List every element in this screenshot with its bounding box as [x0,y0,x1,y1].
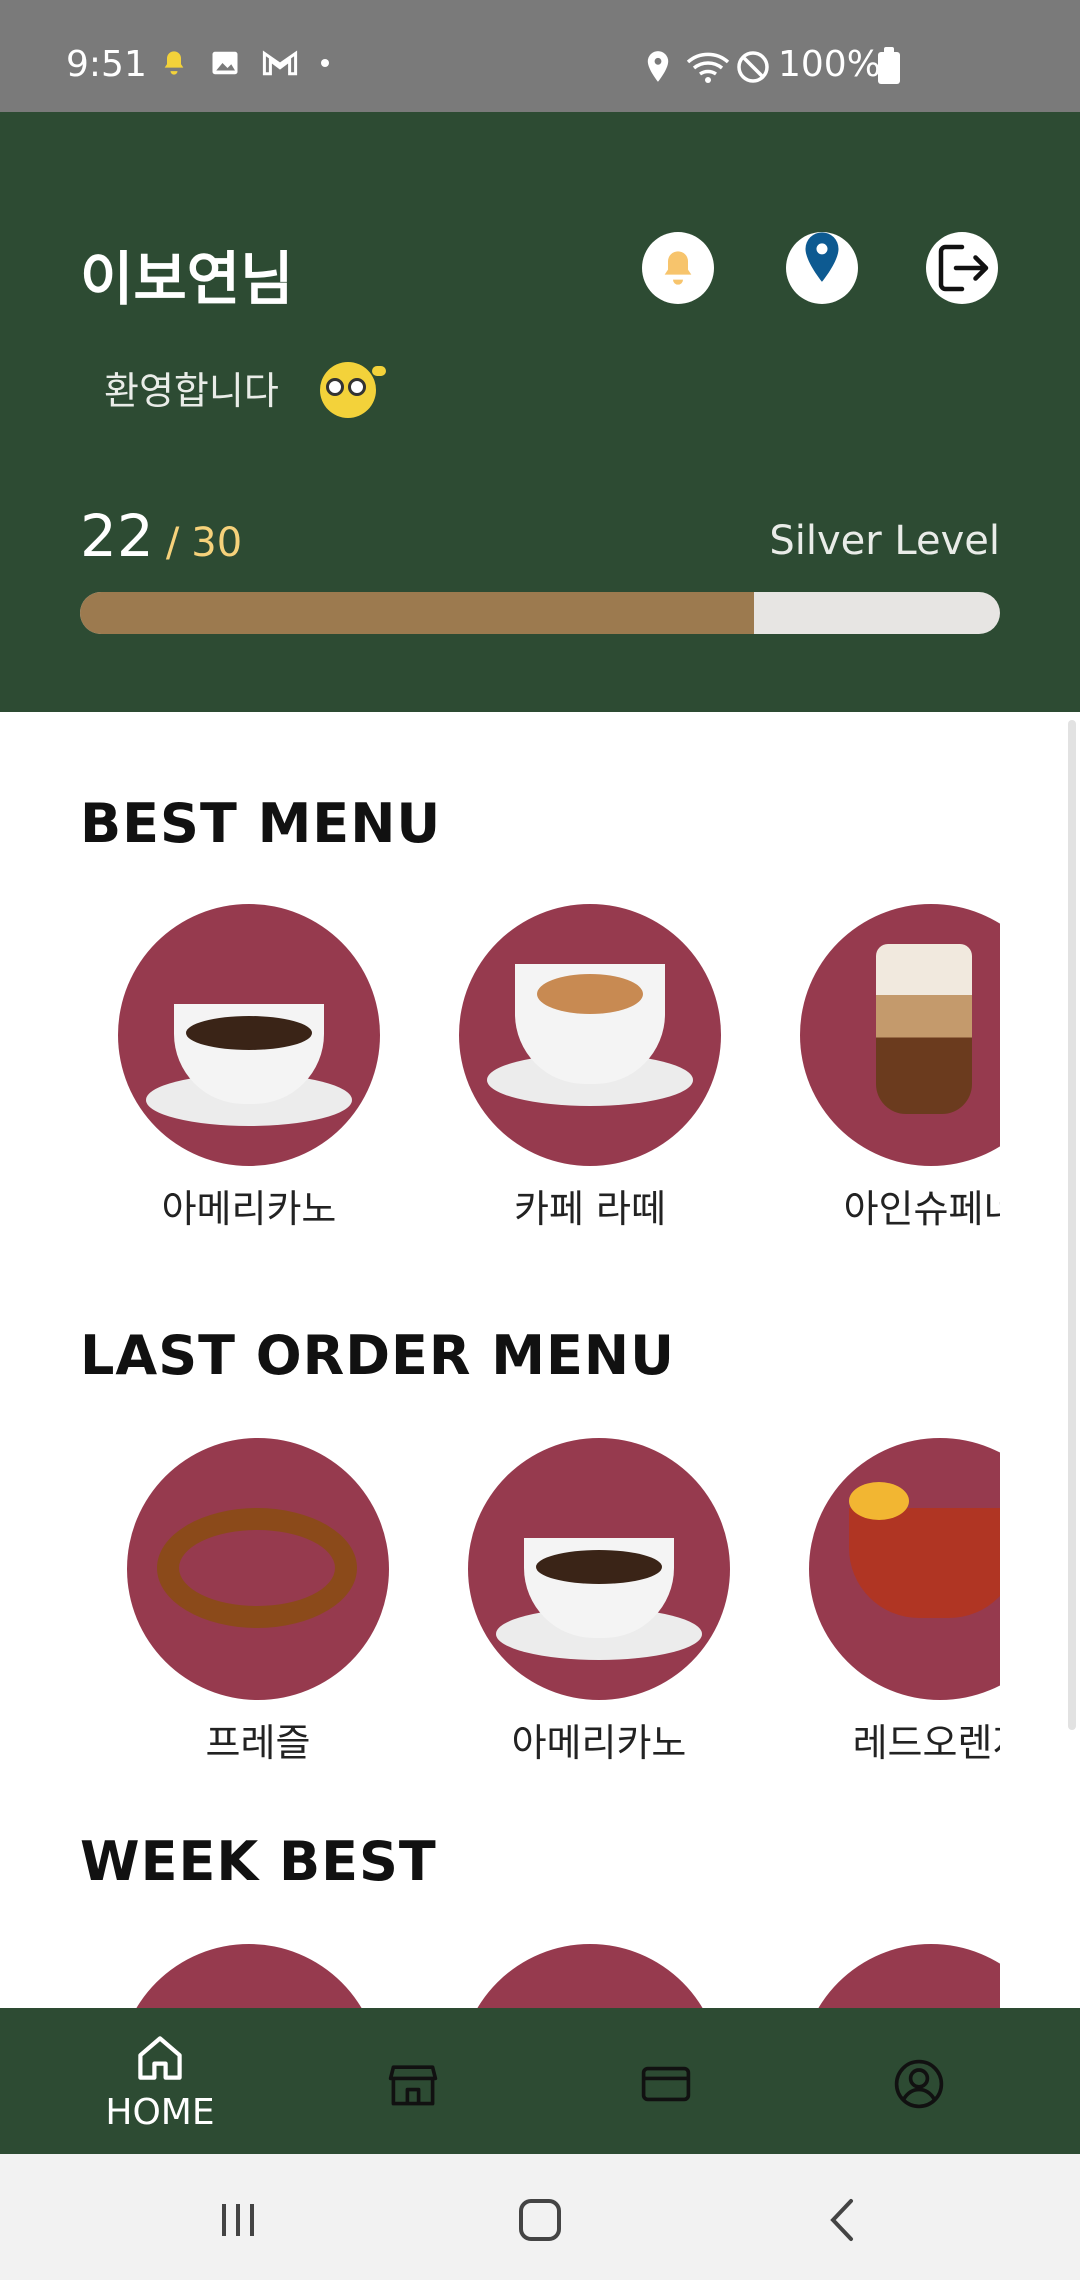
pretzel-image [127,1438,389,1700]
menu-item-label: 프레즐 [205,1721,311,1765]
store-icon [388,2065,438,2106]
gallery-icon [212,51,238,75]
logout-button[interactable] [926,232,998,304]
menu-item-label: 아메리카노 [511,1721,687,1765]
einspanner-image [800,904,1000,1166]
location-icon [647,51,669,82]
americano-image [468,1438,730,1700]
profile-header: 이보연님 환영합니다 22 / 30 Silver Level [0,112,1080,712]
bottom-navigation: HOME [0,2008,1080,2154]
level-progress-fill [80,592,755,634]
week-best-image [800,1944,1000,2008]
best-menu-title: BEST MENU [80,792,442,855]
nav-payment[interactable] [586,2056,746,2116]
home-system-button[interactable] [510,2190,570,2250]
menu-item-americano[interactable]: 아메리카노 [118,904,380,1233]
notification-bell-icon [164,51,184,75]
nav-home[interactable]: HOME [80,2030,240,2133]
menu-item-label: 레드오렌지 [852,1721,1000,1765]
credit-card-icon [641,2066,691,2102]
week-best-row[interactable] [0,1944,1000,2008]
home-square-icon [519,2199,561,2241]
points-max: 30 [191,520,243,566]
system-navigation-bar [0,2154,1080,2280]
menu-item-latte[interactable]: 카페 라떼 [459,904,721,1233]
battery-icon [878,47,900,84]
week-best-item[interactable] [118,1944,380,2008]
menu-item-red-orange-tea[interactable]: 레드오렌지 [809,1438,1000,1767]
recent-apps-button[interactable] [208,2190,268,2250]
user-name: 이보연님 [80,245,294,313]
do-not-disturb-icon [737,51,769,83]
week-best-title: WEEK BEST [80,1830,437,1893]
points-counter: 22 / 30 [80,502,242,570]
menu-item-label: 아인슈페너 [843,1187,1000,1231]
status-notification-icons [160,48,330,78]
week-best-item[interactable] [800,1944,1000,2008]
map-pin-icon [805,232,839,282]
logout-icon [938,244,989,292]
week-best-image [118,1944,380,2008]
battery-percent: 100% [778,44,881,85]
nav-profile[interactable] [839,2056,999,2116]
latte-image [459,904,721,1166]
status-time: 9:51 [66,44,147,85]
wifi-icon [686,52,730,83]
week-best-item[interactable] [459,1944,721,2008]
membership-level: Silver Level [769,518,1000,564]
level-progress-bar [80,592,1000,634]
recent-apps-icon [222,2204,254,2236]
status-bar: 9:51 100% [0,0,1080,112]
points-current: 22 [80,502,154,570]
welcome-text: 환영합니다 [104,369,279,413]
menu-item-label: 카페 라떼 [514,1187,666,1231]
menu-item-einspanner[interactable]: 아인슈페너 [800,904,1000,1233]
week-best-image [459,1944,721,2008]
home-icon [138,2036,182,2080]
waving-emoji-icon [320,362,386,418]
menu-item-pretzel[interactable]: 프레즐 [127,1438,389,1767]
points-separator: / [165,520,180,566]
best-menu-row[interactable]: 아메리카노 카페 라떼 아인슈페너 [0,904,1000,1244]
user-profile-icon [894,2059,944,2109]
gmail-icon [262,50,298,76]
americano-image [118,904,380,1166]
scrollbar[interactable] [1068,720,1076,1730]
menu-item-label: 아메리카노 [161,1187,337,1231]
notification-button[interactable] [642,232,714,304]
store-location-button[interactable] [786,232,858,304]
red-orange-tea-image [809,1438,1000,1700]
dot-icon [321,59,329,67]
menu-item-americano[interactable]: 아메리카노 [468,1438,730,1767]
last-order-menu-title: LAST ORDER MENU [80,1324,675,1387]
bell-icon [664,251,692,285]
back-chevron-icon [830,2199,853,2241]
nav-store[interactable] [333,2056,493,2116]
last-order-menu-row[interactable]: 프레즐 아메리카노 레드오렌지 [0,1438,1000,1778]
back-button[interactable] [812,2190,872,2250]
nav-home-label: HOME [105,2092,215,2133]
